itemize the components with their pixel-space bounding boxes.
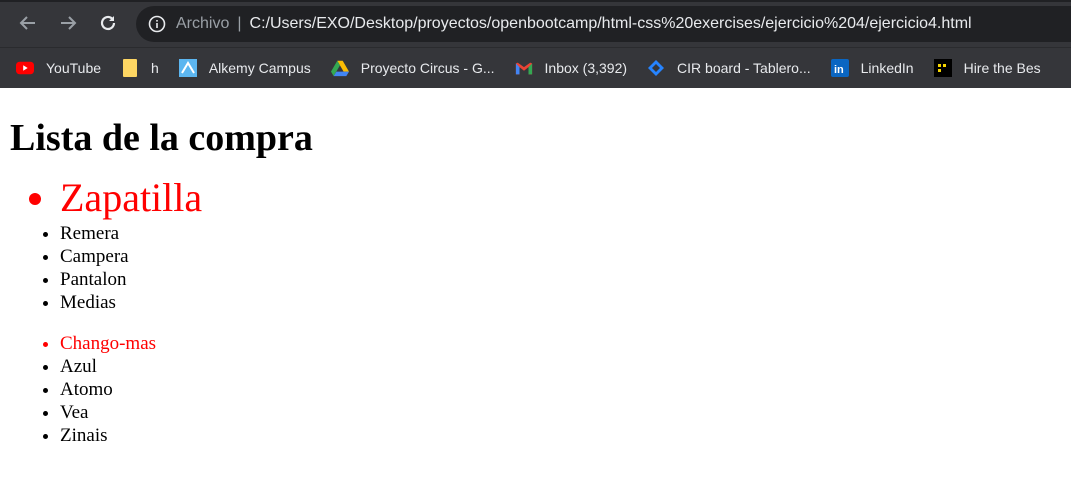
google-drive-icon	[330, 59, 349, 77]
reload-button[interactable]	[96, 11, 120, 35]
page-title: Lista de la compra	[10, 117, 313, 159]
svg-text:in: in	[834, 64, 844, 76]
browser-chrome: Archivo | C:/Users/EXO/Desktop/proyectos…	[0, 0, 1071, 88]
bookmark-cir-board[interactable]: CIR board - Tablero...	[639, 54, 819, 82]
browser-toolbar: Archivo | C:/Users/EXO/Desktop/proyectos…	[0, 0, 1071, 47]
bookmark-hire-the-best[interactable]: Hire the Bes	[926, 54, 1049, 82]
gmail-icon	[515, 59, 533, 77]
list-item: Vea	[60, 401, 1071, 424]
list-item: Medias	[60, 291, 1071, 314]
dots-logo-icon	[933, 59, 952, 77]
youtube-icon	[16, 59, 34, 77]
arrow-right-icon	[61, 16, 77, 30]
list-item: Remera	[60, 222, 1071, 245]
bookmark-h[interactable]: h	[113, 54, 167, 82]
bookmark-label: Proyecto Circus - G...	[360, 60, 495, 76]
bookmark-label: Alkemy Campus	[208, 60, 311, 76]
address-url[interactable]: C:/Users/EXO/Desktop/proyectos/openbootc…	[250, 15, 972, 33]
bookmark-label: Inbox (3,392)	[544, 60, 628, 76]
reload-icon	[100, 15, 116, 31]
bookmark-alkemy[interactable]: Alkemy Campus	[171, 54, 319, 82]
linkedin-icon: in	[830, 59, 849, 77]
bookmarks-bar: YouTube h Alkemy Campus Proyecto Circus …	[0, 47, 1071, 88]
info-icon[interactable]	[148, 15, 166, 33]
back-button[interactable]	[16, 11, 40, 35]
list-item: Atomo	[60, 378, 1071, 401]
list-item: Chango-mas	[60, 332, 1071, 355]
alkemy-icon	[178, 59, 197, 77]
bookmark-proyecto-circus[interactable]: Proyecto Circus - G...	[323, 54, 503, 82]
bookmark-inbox[interactable]: Inbox (3,392)	[507, 54, 636, 82]
list-item: Zinais	[60, 424, 1071, 447]
address-scheme-label: Archivo	[176, 15, 230, 32]
address-bar[interactable]: Archivo | C:/Users/EXO/Desktop/proyectos…	[136, 6, 1071, 42]
tab-strip-edge	[0, 0, 1071, 2]
page-content: Lista de la compra Zapatilla Remera Camp…	[0, 116, 1071, 447]
folder-icon	[121, 59, 139, 77]
shopping-list: Zapatilla Remera Campera Pantalon Medias	[10, 174, 1071, 314]
bookmark-youtube[interactable]: YouTube	[0, 54, 109, 82]
list-item: Azul	[60, 355, 1071, 378]
bookmark-label: LinkedIn	[860, 60, 914, 76]
bookmark-label: CIR board - Tablero...	[677, 60, 811, 76]
bookmark-linkedin[interactable]: in LinkedIn	[823, 54, 922, 82]
store-list: Chango-mas Azul Atomo Vea Zinais	[10, 332, 1071, 447]
forward-button[interactable]	[56, 11, 80, 35]
list-item: Pantalon	[60, 268, 1071, 291]
list-item: Zapatilla	[60, 174, 1071, 222]
bookmark-label: YouTube	[46, 60, 102, 76]
bookmark-label: Hire the Bes	[963, 60, 1041, 76]
list-item: Campera	[60, 245, 1071, 268]
bookmark-label: h	[151, 60, 159, 76]
arrow-left-icon	[19, 16, 35, 30]
address-separator: |	[237, 15, 242, 32]
jira-icon	[647, 59, 665, 77]
